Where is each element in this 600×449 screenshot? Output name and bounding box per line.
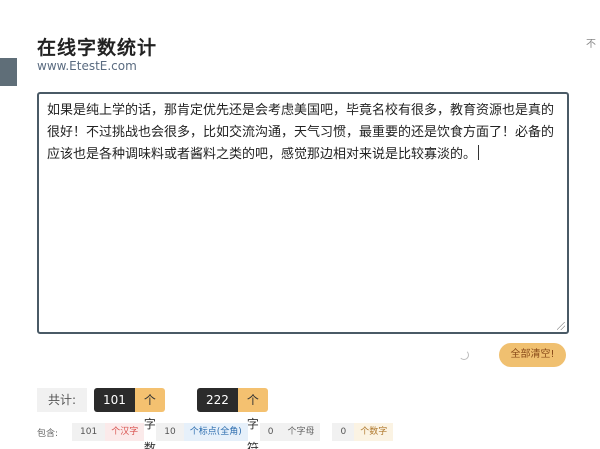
- word-count-page: 在线字数统计 www.EtestE.com 不 如果是纯上学的话，那肯定优先还是…: [0, 0, 600, 449]
- site-url[interactable]: www.EtestE.com: [37, 59, 137, 73]
- resize-handle-icon[interactable]: [557, 322, 565, 330]
- letter-unit: 个字母: [281, 423, 321, 441]
- totals-label: 共计:: [37, 388, 87, 412]
- chinese-char-value: 101: [72, 423, 106, 441]
- breakdown-label: 包含:: [37, 428, 59, 439]
- loading-spinner-icon: [459, 350, 469, 360]
- char-count-pill: 222 个字符: [197, 388, 268, 449]
- punctuation-count: 10 个标点(全角): [156, 423, 248, 441]
- digit-value: 0: [332, 423, 355, 441]
- chinese-char-unit: 个汉字: [105, 423, 145, 441]
- word-count-unit: 个字数: [134, 388, 165, 449]
- digit-unit: 个数字: [354, 423, 394, 441]
- clear-all-button[interactable]: 全部清空!: [499, 343, 566, 367]
- letter-value: 0: [259, 423, 282, 441]
- char-count-unit: 个字符: [237, 388, 268, 449]
- side-tab[interactable]: [0, 58, 17, 86]
- digit-count: 0 个数字: [332, 423, 394, 441]
- breakdown-bar: 包含: 101 个汉字 10 个标点(全角) 0 个字母 0 个数字: [37, 423, 405, 441]
- punctuation-unit: 个标点(全角): [183, 423, 248, 441]
- text-caret: [478, 145, 480, 160]
- punctuation-value: 10: [156, 423, 184, 441]
- corner-text: 不: [586, 39, 596, 50]
- char-count-value: 222: [197, 388, 238, 412]
- page-title: 在线字数统计: [37, 37, 158, 59]
- text-input-area[interactable]: 如果是纯上学的话，那肯定优先还是会考虑美国吧，毕竟名校有很多，教育资源也是真的很…: [37, 92, 569, 334]
- word-count-value: 101: [94, 388, 135, 412]
- letter-count: 0 个字母: [259, 423, 321, 441]
- word-count-pill: 101 个字数: [94, 388, 165, 449]
- chinese-char-count: 101 个汉字: [72, 423, 145, 441]
